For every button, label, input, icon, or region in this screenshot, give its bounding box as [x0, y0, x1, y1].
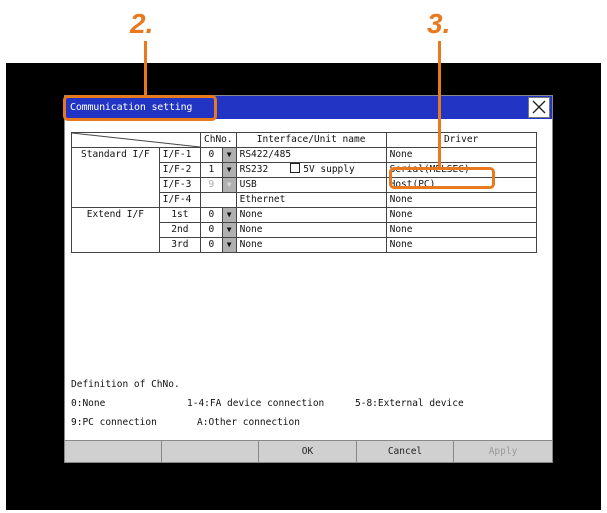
header-corner [71, 132, 201, 148]
definition-fa-device: 1-4:FA device connection [187, 398, 325, 409]
ch-number[interactable]: 0 [200, 237, 223, 253]
port-label: I/F-3 [158, 177, 202, 193]
callout-2-leader [144, 41, 147, 96]
ch-number[interactable]: 0 [200, 222, 223, 238]
driver-name[interactable]: None [385, 222, 537, 238]
driver-name[interactable]: None [385, 207, 537, 223]
interface-table: ChNo. Interface/Unit name Driver Standar… [71, 132, 537, 253]
button-bar: OK Cancel Apply [65, 440, 552, 462]
port-label: 3rd [158, 237, 202, 253]
ch-dropdown-arrow[interactable]: ▼ [221, 147, 237, 163]
driver-name[interactable]: None [385, 147, 537, 163]
callout-3: 3. [427, 8, 451, 39]
button-bar-blank [162, 441, 259, 462]
ch-dropdown-arrow: ▼ [221, 177, 237, 193]
group-extend-if: Extend I/F [71, 207, 160, 253]
close-button[interactable] [528, 97, 550, 118]
interface-name[interactable]: None [235, 207, 387, 223]
definition-other-connection: A:Other connection [197, 417, 300, 428]
group-standard-if: Standard I/F [71, 147, 160, 208]
apply-button[interactable]: Apply [454, 441, 552, 462]
interface-name[interactable]: USB [235, 177, 387, 193]
ok-button[interactable]: OK [259, 441, 357, 462]
ch-dropdown-arrow[interactable]: ▼ [221, 237, 237, 253]
interface-name[interactable]: Ethernet [235, 192, 387, 208]
interface-name[interactable]: RS422/485 [235, 147, 387, 163]
interface-name[interactable]: RS232 5V supply [235, 162, 387, 178]
header-chno: ChNo. [200, 132, 237, 148]
port-label: 2nd [158, 222, 202, 238]
ch-number[interactable]: 0 [200, 147, 223, 163]
callout-2: 2. [130, 8, 154, 39]
driver-highlight-box [389, 167, 495, 189]
cancel-button[interactable]: Cancel [357, 441, 454, 462]
definition-title: Definition of ChNo. [71, 379, 180, 390]
ch-number: 9 [200, 177, 223, 193]
port-label: I/F-2 [158, 162, 202, 178]
ch-dropdown-arrow[interactable]: ▼ [221, 207, 237, 223]
5v-supply-label: 5V supply [303, 164, 355, 175]
ch-number[interactable]: 0 [200, 207, 223, 223]
port-label: I/F-4 [158, 192, 202, 208]
driver-name[interactable]: None [385, 237, 537, 253]
ch-dropdown-arrow[interactable]: ▼ [221, 222, 237, 238]
header-interface: Interface/Unit name [235, 132, 387, 148]
callout-3-leader [438, 41, 441, 168]
port-label: I/F-1 [158, 147, 202, 163]
communication-setting-dialog: Communication setting ChNo. Interface/Un… [64, 95, 553, 463]
button-bar-blank [65, 441, 162, 462]
interface-name-text: RS232 [239, 164, 269, 175]
ch-number [200, 192, 237, 208]
ch-dropdown-arrow[interactable]: ▼ [221, 162, 237, 178]
definition-external-device: 5-8:External device [355, 398, 464, 409]
ch-number[interactable]: 1 [200, 162, 223, 178]
driver-name[interactable]: None [385, 192, 537, 208]
header-driver: Driver [385, 132, 537, 148]
definition-pc-connection: 9:PC connection [71, 417, 157, 428]
interface-name[interactable]: None [235, 237, 387, 253]
title-highlight-box [63, 95, 217, 121]
definition-none: 0:None [71, 398, 106, 409]
close-icon [532, 100, 546, 114]
port-label: 1st [158, 207, 202, 223]
interface-name[interactable]: None [235, 222, 387, 238]
5v-supply-checkbox[interactable] [290, 163, 301, 173]
